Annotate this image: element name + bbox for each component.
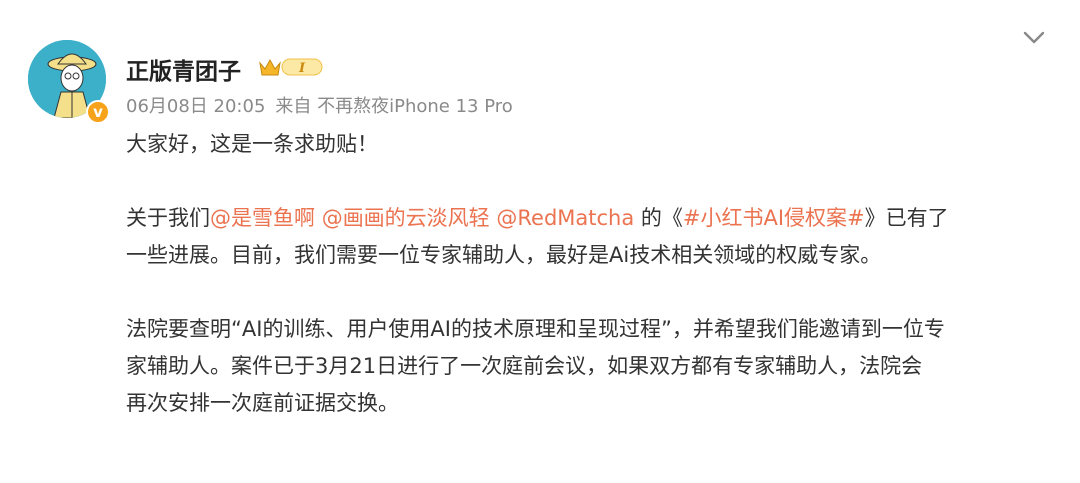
paragraph-1: 大家好，这是一条求助贴！ bbox=[126, 132, 378, 156]
text: 》已有了 bbox=[864, 206, 949, 230]
paragraph-3-line-2: 家辅助人。案件已于3月21日进行了一次庭前会议，如果双方都有专家辅助人，法院会 bbox=[126, 354, 923, 378]
topic-link[interactable]: #小红书AI侵权案# bbox=[683, 206, 865, 230]
post-date[interactable]: 06月08日 20:05 bbox=[126, 96, 265, 117]
paragraph-3-line-1: 法院要查明“AI的训练、用户使用AI的技术原理和呈现过程”，并希望我们能邀请到一… bbox=[126, 317, 945, 341]
verified-badge: v bbox=[86, 100, 110, 124]
username[interactable]: 正版青团子 bbox=[126, 52, 241, 86]
post-content: 大家好，这是一条求助贴！ 关于我们@是雪鱼啊 @画画的云淡风轻 @RedMatc… bbox=[126, 126, 1056, 422]
post-source: 来自 不再熬夜iPhone 13 Pro bbox=[275, 96, 513, 117]
post-meta: 06月08日 20:05 来自 不再熬夜iPhone 13 Pro bbox=[126, 92, 513, 118]
mention-link[interactable]: @是雪鱼啊 bbox=[210, 206, 315, 230]
paragraph-3-line-3: 再次安排一次庭前证据交换。 bbox=[126, 391, 399, 415]
level-badge-icon[interactable]: I bbox=[258, 55, 324, 79]
chevron-down-icon[interactable] bbox=[1022, 30, 1046, 46]
mention-link[interactable]: @RedMatcha bbox=[496, 206, 634, 230]
mention-link[interactable]: @画画的云淡风轻 bbox=[322, 206, 490, 230]
text: 的《 bbox=[634, 206, 683, 230]
paragraph-2-line-1: 关于我们@是雪鱼啊 @画画的云淡风轻 @RedMatcha 的《#小红书AI侵权… bbox=[126, 200, 1056, 237]
level-label: I bbox=[298, 61, 306, 76]
paragraph-2-line-2: 一些进展。目前，我们需要一位专家辅助人，最好是Ai技术相关领域的权威专家。 bbox=[126, 243, 882, 267]
text: 关于我们 bbox=[126, 206, 210, 230]
